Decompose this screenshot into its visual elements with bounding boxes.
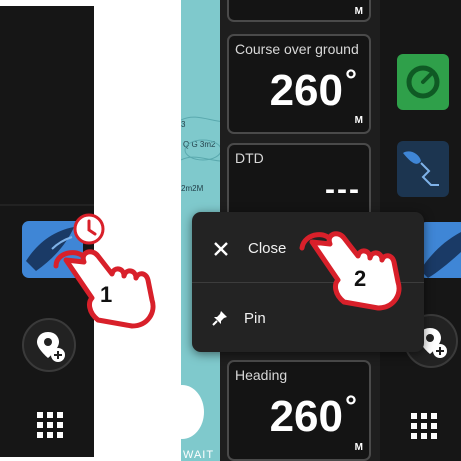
step-number-1: 1 xyxy=(100,282,113,307)
data-card-top[interactable]: M xyxy=(227,0,371,22)
boat-app-icon xyxy=(420,232,461,278)
gauge-icon xyxy=(406,65,440,99)
card-value: 260 xyxy=(269,66,343,115)
card-title: Course over ground xyxy=(235,41,359,57)
tap-gesture-hand-2 xyxy=(296,222,406,312)
menu-item-label: Close xyxy=(248,240,287,257)
grid-menu-icon xyxy=(411,413,437,439)
card-unit: M xyxy=(354,442,363,453)
close-icon xyxy=(214,242,228,256)
app-tile-boat-right[interactable] xyxy=(420,222,461,278)
grid-menu-icon xyxy=(37,412,63,438)
card-title: DTD xyxy=(235,150,264,166)
card-degree-symbol: ° xyxy=(345,64,357,97)
menu-item-label: Pin xyxy=(244,310,266,327)
card-unit: M xyxy=(354,6,363,17)
grid-menu-button-right[interactable] xyxy=(411,413,437,439)
grid-menu-button[interactable] xyxy=(37,412,63,438)
sidebar-divider xyxy=(0,204,94,206)
card-degree-symbol: ° xyxy=(345,390,357,423)
step-number-2: 2 xyxy=(354,266,367,291)
card-title: Heading xyxy=(235,367,288,383)
app-tile-route[interactable] xyxy=(397,141,449,197)
status-wait-label: WAIT xyxy=(183,449,215,461)
data-card-dtd[interactable]: DTD --- xyxy=(227,143,371,221)
route-icon xyxy=(403,151,439,186)
data-card-heading[interactable]: Heading 260 ° M xyxy=(227,360,371,461)
map-round-button[interactable] xyxy=(160,385,204,439)
data-card-cog[interactable]: Course over ground 260 ° M xyxy=(227,34,371,134)
pin-icon xyxy=(212,311,227,326)
card-unit: M xyxy=(354,115,363,126)
card-value: 260 xyxy=(269,392,343,441)
app-tile-gauge[interactable] xyxy=(397,54,449,110)
card-value: --- xyxy=(325,173,361,206)
